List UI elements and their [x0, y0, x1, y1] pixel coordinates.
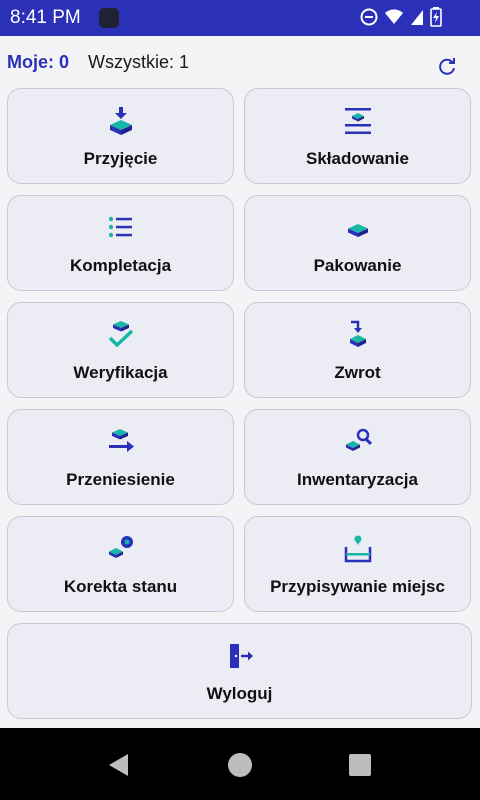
stock-correction-icon — [108, 536, 133, 558]
notification-icon — [99, 8, 119, 28]
return-arrow-icon — [349, 320, 366, 347]
status-bar: 8:41 PM — [0, 0, 480, 36]
tile-label: Pakowanie — [313, 256, 402, 275]
location-pin-icon — [344, 535, 371, 563]
header: Moje: 0 Wszystkie: 1 — [0, 36, 480, 86]
do-not-disturb-icon — [360, 8, 378, 26]
all-count: Wszystkie: 1 — [88, 52, 190, 72]
tile-skladowanie[interactable]: Składowanie — [244, 88, 471, 184]
tile-kompletacja[interactable]: Kompletacja — [7, 195, 234, 291]
my-count: Moje: 0 — [7, 52, 70, 72]
tile-label: Zwrot — [334, 363, 381, 382]
recents-icon[interactable] — [348, 753, 372, 777]
verify-check-icon — [108, 321, 133, 348]
back-icon[interactable] — [106, 752, 132, 778]
inventory-search-icon — [345, 428, 372, 451]
inbound-box-icon — [109, 107, 132, 135]
tile-label: Weryfikacja — [73, 363, 168, 382]
status-icons — [360, 7, 442, 27]
storage-shelf-icon — [344, 108, 371, 134]
tile-weryfikacja[interactable]: Weryfikacja — [7, 302, 234, 398]
tile-przyjecie[interactable]: Przyjęcie — [7, 88, 234, 184]
tile-label: Składowanie — [306, 149, 409, 168]
navigation-bar — [0, 728, 480, 800]
battery-icon — [430, 7, 442, 27]
checklist-icon — [108, 216, 132, 238]
logout-icon — [229, 644, 253, 668]
tile-korekta-stanu[interactable]: Korekta stanu — [7, 516, 234, 612]
status-time: 8:41 PM — [10, 7, 81, 28]
tile-label: Przeniesienie — [66, 470, 175, 489]
tile-label: Przypisywanie miejsc — [270, 577, 445, 596]
tile-zwrot[interactable]: Zwrot — [244, 302, 471, 398]
wifi-icon — [385, 9, 403, 24]
tile-wyloguj[interactable]: Wyloguj — [7, 623, 472, 719]
tile-pakowanie[interactable]: Pakowanie — [244, 195, 471, 291]
tile-inwentaryzacja[interactable]: Inwentaryzacja — [244, 409, 471, 505]
tile-przeniesienie[interactable]: Przeniesienie — [7, 409, 234, 505]
transfer-arrow-icon — [108, 429, 134, 452]
package-icon — [347, 224, 368, 237]
tile-label: Korekta stanu — [63, 577, 178, 596]
home-icon[interactable] — [227, 752, 253, 778]
signal-icon — [411, 10, 423, 25]
tile-label: Kompletacja — [69, 256, 172, 275]
tile-label: Inwentaryzacja — [297, 470, 418, 489]
refresh-icon[interactable] — [436, 55, 458, 77]
tile-label: Przyjęcie — [83, 149, 158, 168]
tile-przypisywanie-miejsc[interactable]: Przypisywanie miejsc — [244, 516, 471, 612]
tile-label: Wyloguj — [206, 684, 273, 703]
